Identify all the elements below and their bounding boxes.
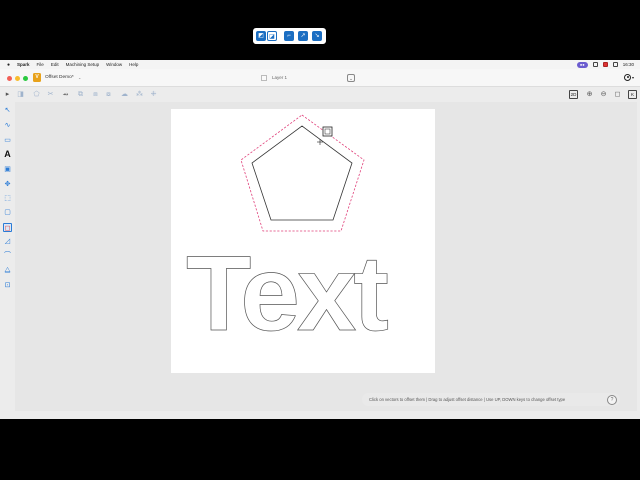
bitmap-tool-icon[interactable]: ▣ [3,165,12,174]
shape-tool-icon[interactable]: ⬠ [32,90,41,99]
align-icon[interactable]: ⧈ [91,90,100,99]
zoom-out-icon[interactable]: ⊖ [599,90,608,99]
boolean-icon[interactable]: ⧇ [104,90,113,99]
battery-icon[interactable] [602,62,608,67]
help-button[interactable]: ? [607,395,617,405]
node-edit-icon[interactable]: ☁ [120,90,129,99]
offset-corner-round-button[interactable]: ↗ [298,31,308,41]
minimize-window-button[interactable] [15,75,20,81]
transform-tool-icon[interactable]: ✥ [3,180,12,189]
select-tool-icon[interactable]: ↖ [3,106,12,115]
account-menu[interactable]: ▾ [623,74,634,81]
menu-bar: ● Spark File Edit Machining Setup Window… [0,60,640,69]
zoom-fit-icon[interactable]: ◻ [613,90,622,99]
offset-corner-sharp-button[interactable]: ⌐ [284,31,294,41]
view-2d-button[interactable]: 2D [569,90,578,99]
offset-outside-button[interactable]: ◩ [256,31,266,41]
cut-icon[interactable]: ✂ [46,90,55,99]
text-vector[interactable]: Text [186,233,392,354]
status-box-icon[interactable] [592,62,598,67]
array-icon[interactable]: ⁂ [135,90,144,99]
menu-edit[interactable]: Edit [51,62,59,67]
measure-tool-icon[interactable]: ◿ [3,237,12,246]
menu-bar-status: ●● 16:30 [576,60,634,69]
group-icon[interactable]: ⧉ [76,90,85,99]
menu-file[interactable]: File [37,62,44,67]
menu-help[interactable]: Help [129,62,138,67]
pen-tool-icon[interactable]: ∿ [3,121,12,130]
main-toolbar: ▸ ◨ ⬠ ✂ ⥇ ⧉ ⧈ ⧇ ☁ ⁂ ⁜ 2D ⊕ ⊖ ◻ K [0,87,640,102]
layer-dropdown-button[interactable]: ⌄ [347,74,355,82]
offset-inside-button[interactable]: ◪ [267,31,277,41]
mirror-tool-icon[interactable]: ⧋ [3,266,12,275]
document-icon: V [33,73,41,82]
zoom-window-button[interactable] [23,75,28,81]
document-title[interactable]: Offset Demo* [45,75,74,80]
zoom-in-icon[interactable]: ⊕ [585,90,594,99]
menu-machining-setup[interactable]: Machining Setup [66,62,100,67]
import-icon[interactable]: ◨ [16,90,25,99]
offset-corner-bevel-button[interactable]: ↘ [312,31,322,41]
status-hint: Click on vectors to offset them | Drag t… [362,393,620,406]
rectangle-tool-icon[interactable]: ▭ [3,136,12,145]
menu-app[interactable]: Spark [17,62,30,67]
recording-pill[interactable]: ●● [576,61,588,68]
weld-icon[interactable]: ⁜ [149,90,158,99]
text-tool-icon[interactable]: A [3,150,12,159]
collapse-panel-icon[interactable]: K [628,90,637,99]
chevron-down-icon: ▾ [631,75,634,80]
rounded-rect-tool-icon[interactable]: ▢ [3,208,12,217]
left-toolbar: ↖ ∿ ▭ A ▣ ✥ ⬚ ▢ ◻ ◿ ⌒ ⧋ ⊡ [0,102,14,412]
sidebar-toggle-icon[interactable]: ▸ [3,90,12,99]
document-menu-chevron-icon[interactable]: ⌄ [78,75,81,80]
account-icon [623,74,631,81]
offset-tool-icon[interactable]: ◻ [3,223,12,232]
trace-icon[interactable]: ⥇ [61,90,70,99]
apple-menu-icon[interactable]: ● [7,62,10,68]
close-window-button[interactable] [7,75,12,81]
control-center-icon[interactable] [612,62,618,67]
tab-tool-icon[interactable]: ⊡ [3,281,12,290]
menu-window[interactable]: Window [106,62,122,67]
window-titlebar: V Offset Demo* ⌄ Layer 1 ⌄ ▾ [0,69,640,87]
layer-icon [261,75,267,81]
fillet-tool-icon[interactable]: ⌒ [3,251,12,260]
offset-type-toolbar: ◩ ◪ ⌐ ↗ ↘ [253,28,326,44]
clock[interactable]: 16:30 [623,62,634,67]
layer-name[interactable]: Layer 1 [272,75,287,80]
node-tool-icon[interactable]: ⬚ [3,194,12,203]
